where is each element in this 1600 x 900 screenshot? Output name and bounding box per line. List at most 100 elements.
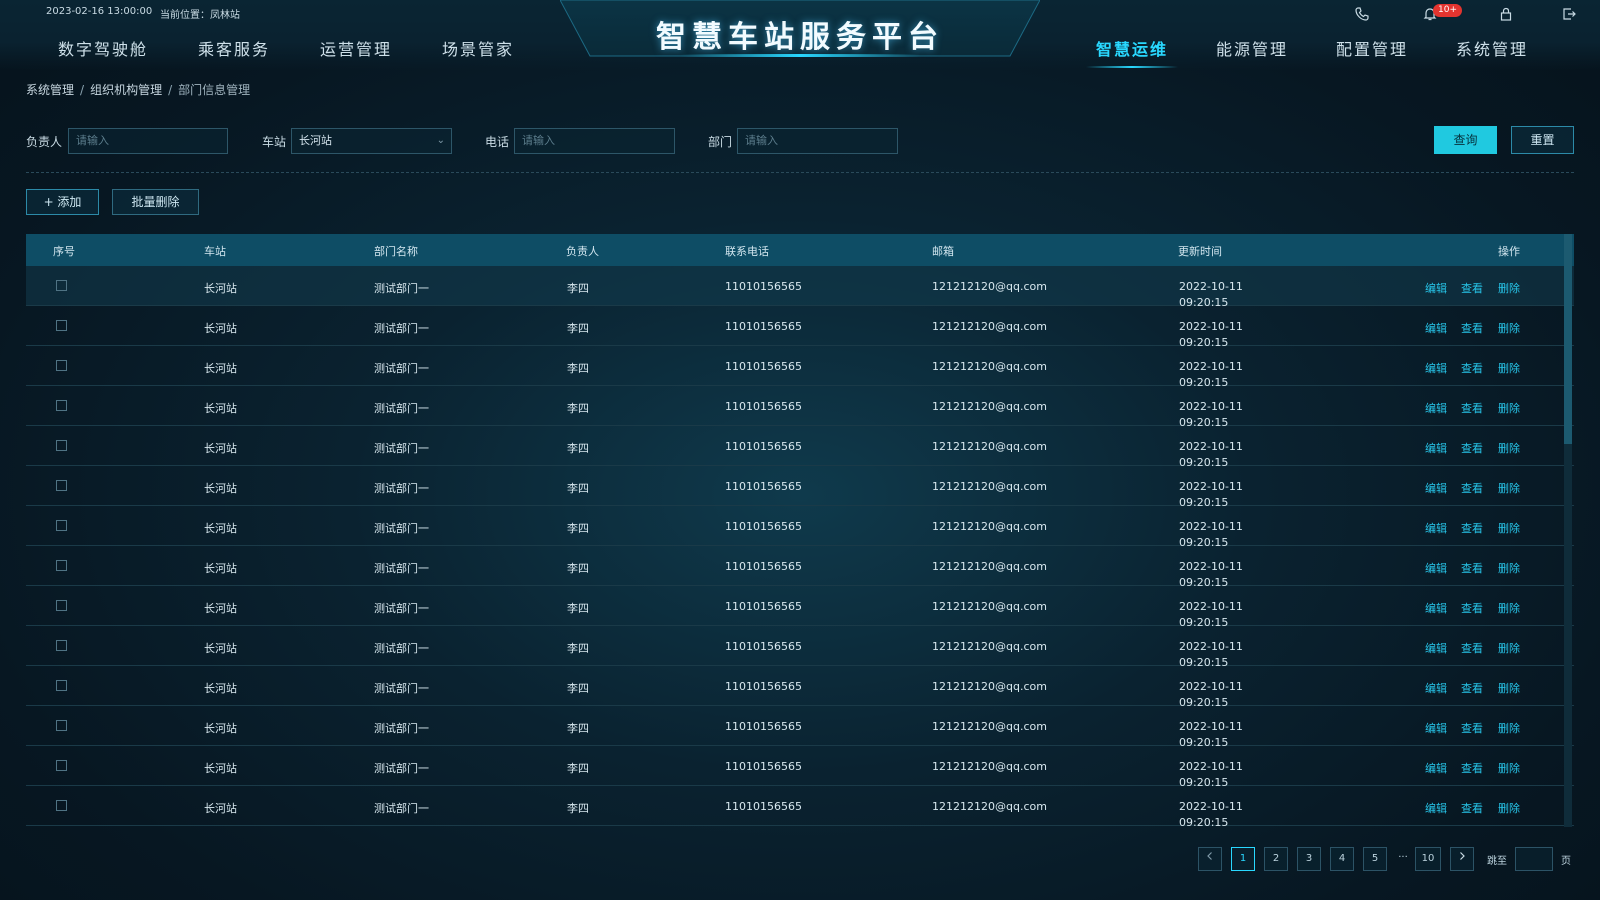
phone-icon[interactable] — [1354, 6, 1370, 22]
view-link[interactable]: 查看 — [1461, 640, 1483, 656]
cell-email: 121212120@qq.com — [932, 640, 1047, 653]
row-checkbox[interactable] — [56, 560, 67, 571]
table-scroll-thumb[interactable] — [1564, 234, 1572, 444]
row-checkbox[interactable] — [56, 600, 67, 611]
jump-page-input[interactable] — [1515, 847, 1553, 871]
delete-link[interactable]: 删除 — [1498, 280, 1520, 296]
nav-item-config[interactable]: 配置管理 — [1336, 36, 1408, 60]
page-4[interactable]: 4 — [1330, 847, 1354, 871]
cell-manager: 李四 — [567, 562, 589, 575]
delete-link[interactable]: 删除 — [1498, 400, 1520, 416]
logout-icon[interactable] — [1561, 6, 1577, 22]
cell-email: 121212120@qq.com — [932, 760, 1047, 773]
row-checkbox[interactable] — [56, 720, 67, 731]
page-3[interactable]: 3 — [1297, 847, 1321, 871]
view-link[interactable]: 查看 — [1461, 520, 1483, 536]
view-link[interactable]: 查看 — [1461, 600, 1483, 616]
dept-input[interactable]: 请输入 — [737, 128, 898, 154]
table-row: 长河站 测试部门一 李四 11010156565 121212120@qq.com 202… — [26, 466, 1574, 509]
delete-link[interactable]: 删除 — [1498, 360, 1520, 376]
edit-link[interactable]: 编辑 — [1425, 320, 1447, 336]
page-5[interactable]: 5 — [1363, 847, 1387, 871]
nav-item-cockpit[interactable]: 数字驾驶舱 — [58, 36, 148, 60]
manager-input[interactable]: 请输入 — [68, 128, 228, 154]
delete-link[interactable]: 删除 — [1498, 640, 1520, 656]
delete-link[interactable]: 删除 — [1498, 480, 1520, 496]
lock-icon[interactable] — [1498, 6, 1514, 22]
view-link[interactable]: 查看 — [1461, 800, 1483, 816]
view-link[interactable]: 查看 — [1461, 720, 1483, 736]
station-select-value: 长河站 — [299, 134, 332, 147]
delete-link[interactable]: 删除 — [1498, 720, 1520, 736]
edit-link[interactable]: 编辑 — [1425, 680, 1447, 696]
page-1[interactable]: 1 — [1231, 847, 1255, 871]
delete-link[interactable]: 删除 — [1498, 440, 1520, 456]
view-link[interactable]: 查看 — [1461, 360, 1483, 376]
delete-link[interactable]: 删除 — [1498, 520, 1520, 536]
add-button[interactable]: + 添加 — [26, 189, 99, 215]
prev-page-button[interactable] — [1198, 847, 1222, 871]
edit-link[interactable]: 编辑 — [1425, 720, 1447, 736]
row-checkbox[interactable] — [56, 360, 67, 371]
phone-input[interactable]: 请输入 — [514, 128, 675, 154]
delete-link[interactable]: 删除 — [1498, 800, 1520, 816]
view-link[interactable]: 查看 — [1461, 280, 1483, 296]
edit-link[interactable]: 编辑 — [1425, 520, 1447, 536]
next-page-button[interactable] — [1450, 847, 1474, 871]
row-checkbox[interactable] — [56, 520, 67, 531]
delete-link[interactable]: 删除 — [1498, 680, 1520, 696]
col-email: 邮箱 — [932, 245, 954, 258]
view-link[interactable]: 查看 — [1461, 440, 1483, 456]
view-link[interactable]: 查看 — [1461, 560, 1483, 576]
delete-link[interactable]: 删除 — [1498, 760, 1520, 776]
page-ellipsis[interactable]: ··· — [1396, 847, 1410, 871]
row-checkbox[interactable] — [56, 320, 67, 331]
delete-link[interactable]: 删除 — [1498, 320, 1520, 336]
delete-link[interactable]: 删除 — [1498, 560, 1520, 576]
reset-button[interactable]: 重置 — [1511, 126, 1574, 154]
row-checkbox[interactable] — [56, 760, 67, 771]
row-checkbox[interactable] — [56, 800, 67, 811]
table-row: 长河站 测试部门一 李四 11010156565 121212120@qq.com 202… — [26, 386, 1574, 429]
edit-link[interactable]: 编辑 — [1425, 760, 1447, 776]
page-10[interactable]: 10 — [1415, 847, 1441, 871]
page-2[interactable]: 2 — [1264, 847, 1288, 871]
edit-link[interactable]: 编辑 — [1425, 560, 1447, 576]
view-link[interactable]: 查看 — [1461, 320, 1483, 336]
edit-link[interactable]: 编辑 — [1425, 280, 1447, 296]
nav-item-energy[interactable]: 能源管理 — [1216, 36, 1288, 60]
breadcrumb-item-org[interactable]: 组织机构管理 — [90, 83, 162, 97]
query-button[interactable]: 查询 — [1434, 126, 1497, 154]
breadcrumb-item-system[interactable]: 系统管理 — [26, 83, 74, 97]
row-checkbox[interactable] — [56, 400, 67, 411]
edit-link[interactable]: 编辑 — [1425, 600, 1447, 616]
row-checkbox[interactable] — [56, 680, 67, 691]
delete-link[interactable]: 删除 — [1498, 600, 1520, 616]
table-row: 长河站 测试部门一 李四 11010156565 121212120@qq.com 202… — [26, 666, 1574, 709]
nav-item-passenger[interactable]: 乘客服务 — [198, 36, 270, 60]
edit-link[interactable]: 编辑 — [1425, 360, 1447, 376]
edit-link[interactable]: 编辑 — [1425, 480, 1447, 496]
nav-item-smart-ops[interactable]: 智慧运维 — [1085, 36, 1179, 68]
row-checkbox[interactable] — [56, 640, 67, 651]
edit-link[interactable]: 编辑 — [1425, 440, 1447, 456]
page-unit-label: 页 — [1561, 855, 1571, 867]
cell-manager: 李四 — [567, 282, 589, 295]
cell-station: 长河站 — [204, 482, 237, 495]
nav-item-system[interactable]: 系统管理 — [1456, 36, 1528, 60]
edit-link[interactable]: 编辑 — [1425, 400, 1447, 416]
view-link[interactable]: 查看 — [1461, 400, 1483, 416]
cell-updated-date: 2022-10-11 — [1179, 280, 1243, 293]
edit-link[interactable]: 编辑 — [1425, 640, 1447, 656]
edit-link[interactable]: 编辑 — [1425, 800, 1447, 816]
view-link[interactable]: 查看 — [1461, 680, 1483, 696]
row-checkbox[interactable] — [56, 440, 67, 451]
row-checkbox[interactable] — [56, 280, 67, 291]
view-link[interactable]: 查看 — [1461, 760, 1483, 776]
station-select[interactable]: 长河站 ⌄ — [291, 128, 452, 154]
nav-item-scene[interactable]: 场景管家 — [442, 36, 514, 60]
view-link[interactable]: 查看 — [1461, 480, 1483, 496]
nav-item-operations[interactable]: 运营管理 — [320, 36, 392, 60]
row-checkbox[interactable] — [56, 480, 67, 491]
batch-delete-button[interactable]: 批量删除 — [112, 189, 199, 215]
